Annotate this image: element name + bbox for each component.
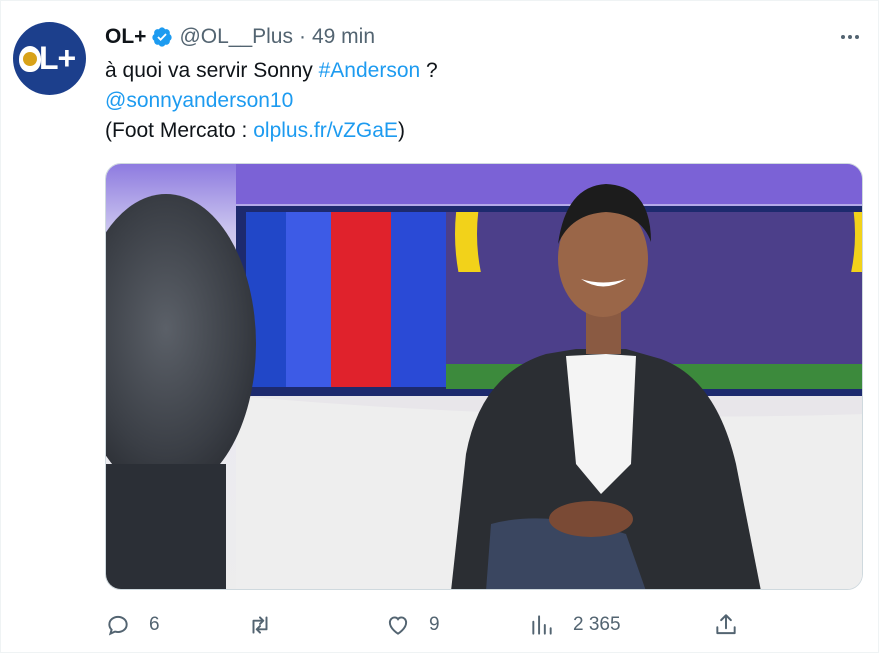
tweet-text: à quoi va servir Sonny #Anderson ? @sonn… [105,56,845,146]
avatar-logo-text: L+ [39,40,76,76]
source-suffix: ) [397,119,405,142]
tweet-header: OL+ @OL__Plus · 49 min [105,23,375,51]
author-handle[interactable]: @OL__Plus [179,25,293,49]
views-count: 2 365 [573,614,621,635]
separator-dot: · [298,25,306,48]
source-prefix: (Foot Mercato : [105,119,254,142]
reply-button[interactable]: 6 [105,607,160,643]
verified-badge-icon [152,27,173,47]
views-button[interactable]: 2 365 [529,607,621,643]
like-count: 9 [429,614,440,635]
like-button[interactable]: 9 [385,607,440,643]
author-name[interactable]: OL+ [105,25,146,49]
more-options-button[interactable] [836,23,864,51]
tweet-timestamp[interactable]: 49 min [312,25,375,49]
text-suffix: ? [420,59,438,82]
views-icon [532,615,552,635]
tweet-actions: 6 9 2 365 [105,607,865,643]
tv-studio-photo [106,164,862,589]
retweet-button[interactable] [247,607,291,643]
hashtag-link[interactable]: #Anderson [319,59,421,82]
share-icon [716,614,736,635]
source-link[interactable]: olplus.fr/vZGaE [253,119,398,142]
avatar[interactable]: L+ [13,22,86,95]
heart-icon [388,616,408,635]
share-button[interactable] [713,607,739,643]
reply-count: 6 [149,614,160,635]
lion-crest-logo [19,46,41,72]
reply-icon [108,615,128,636]
retweet-icon [252,616,268,634]
tweet-text-line-3: (Foot Mercato : olplus.fr/vZGaE) [105,116,845,146]
tweet-card[interactable]: L+ OL+ @OL__Plus · 49 min à quoi va serv… [0,0,879,653]
more-options-icon [841,35,859,39]
mention-link[interactable]: @sonnyanderson10 [105,89,293,112]
tweet-text-line-2: @sonnyanderson10 [105,86,845,116]
text-prefix: à quoi va servir Sonny [105,59,319,82]
tweet-photo[interactable] [105,163,863,590]
tweet-text-line-1: à quoi va servir Sonny #Anderson ? [105,56,845,86]
